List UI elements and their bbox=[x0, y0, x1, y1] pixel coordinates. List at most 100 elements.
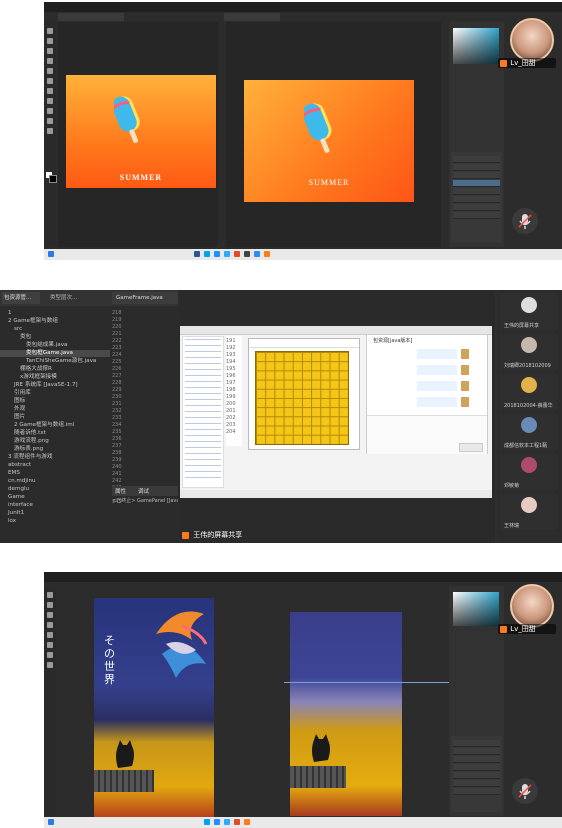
layer-row[interactable] bbox=[453, 788, 500, 795]
tree-item[interactable]: 游戏流程.png bbox=[0, 438, 110, 445]
layer-row-selected[interactable] bbox=[453, 180, 500, 187]
taskbar-app-icon[interactable] bbox=[194, 251, 200, 257]
brush-tool-icon[interactable] bbox=[47, 632, 53, 638]
taskbar-app-icon[interactable] bbox=[244, 819, 250, 825]
tree-item[interactable]: lox bbox=[0, 518, 110, 525]
crop-tool-icon[interactable] bbox=[47, 58, 53, 64]
eraser-tool-icon[interactable] bbox=[47, 642, 53, 648]
layer-row[interactable] bbox=[453, 156, 500, 163]
marquee-tool-icon[interactable] bbox=[47, 38, 53, 44]
move-tool-icon[interactable] bbox=[47, 28, 53, 34]
lasso-tool-icon[interactable] bbox=[47, 48, 53, 54]
start-icon[interactable] bbox=[48, 251, 54, 257]
taskbar-app-icon[interactable] bbox=[234, 251, 240, 257]
crop-tool-icon[interactable] bbox=[47, 622, 53, 628]
tab-type-hierarchy[interactable]: 类型层次... bbox=[48, 292, 90, 304]
eraser-tool-icon[interactable] bbox=[47, 78, 53, 84]
ps-menubar[interactable] bbox=[44, 572, 562, 582]
taskbar-app-icon[interactable] bbox=[214, 251, 220, 257]
tree-item[interactable]: 外观 bbox=[0, 406, 110, 413]
text-tool-icon[interactable] bbox=[47, 88, 53, 94]
tree-item[interactable]: interface bbox=[0, 502, 110, 509]
tree-item[interactable]: 引用库 bbox=[0, 390, 110, 397]
move-tool-icon[interactable] bbox=[47, 592, 53, 598]
tree-item[interactable]: 图标 bbox=[0, 398, 110, 405]
tree-item[interactable]: x游戏框架接模 bbox=[0, 374, 110, 381]
ps-menubar[interactable] bbox=[44, 2, 562, 12]
tree-item[interactable]: 图片 bbox=[0, 414, 110, 421]
layer-row[interactable] bbox=[453, 196, 500, 203]
start-icon[interactable] bbox=[48, 819, 54, 825]
layer-row[interactable] bbox=[453, 212, 500, 219]
layer-row[interactable] bbox=[453, 772, 500, 779]
ps-doc-tab-left[interactable] bbox=[58, 13, 124, 21]
taskbar-app-icon[interactable] bbox=[224, 251, 230, 257]
participant-card[interactable]: 成都信软本工程1甄 bbox=[500, 414, 558, 450]
color-swatch-bg-icon[interactable] bbox=[49, 175, 57, 183]
taskbar-app-icon[interactable] bbox=[224, 819, 230, 825]
layer-row[interactable] bbox=[453, 164, 500, 171]
send-button[interactable] bbox=[459, 443, 483, 452]
participant-card[interactable]: 王林瑞 bbox=[500, 494, 558, 530]
tree-item[interactable]: src bbox=[0, 326, 110, 333]
text-tool-icon[interactable] bbox=[47, 652, 53, 658]
mic-button[interactable] bbox=[512, 778, 538, 804]
tree-item[interactable]: 2 Game框架与数组 bbox=[0, 318, 110, 325]
taskbar-app-icon[interactable] bbox=[254, 251, 260, 257]
tree-item[interactable]: JRE 系统库 [JavaSE-1.7] bbox=[0, 382, 110, 389]
layer-row[interactable] bbox=[453, 756, 500, 763]
tree-item[interactable]: TanChiSheGame源包.java bbox=[0, 358, 110, 365]
taskbar-app-icon[interactable] bbox=[204, 819, 210, 825]
taskbar-app-icon[interactable] bbox=[244, 251, 250, 257]
tree-item-selected[interactable]: 类包框Game.java bbox=[0, 350, 110, 357]
poster-left[interactable]: その世界 bbox=[94, 598, 214, 820]
tree-item[interactable]: 类包结成果.java bbox=[0, 342, 110, 349]
summer-artboard-right[interactable]: SUMMER bbox=[244, 80, 414, 202]
tree-item[interactable]: 棚格大战撑R bbox=[0, 366, 110, 373]
participant-card[interactable]: 邓敏菊 bbox=[500, 454, 558, 490]
zoom-tool-icon[interactable] bbox=[47, 128, 53, 134]
tree-item[interactable]: 随者诉他.txt bbox=[0, 430, 110, 437]
tab-package-explorer[interactable]: 包资源管... bbox=[2, 292, 40, 304]
tab-debug[interactable]: 调试 bbox=[138, 487, 149, 495]
layer-row[interactable] bbox=[453, 748, 500, 755]
summer-artboard-left[interactable]: SUMMER bbox=[66, 75, 216, 188]
tree-item[interactable]: 1 bbox=[0, 310, 110, 317]
tree-item[interactable]: cn.mdjinu bbox=[0, 478, 110, 485]
game-grid[interactable] bbox=[255, 351, 349, 445]
taskbar-app-icon[interactable] bbox=[204, 251, 210, 257]
tree-item[interactable]: abstract bbox=[0, 462, 110, 469]
taskbar-app-icon[interactable] bbox=[264, 251, 270, 257]
poster-right[interactable] bbox=[284, 612, 504, 816]
ps-doc-tab-right[interactable] bbox=[224, 13, 280, 21]
tree-item[interactable]: demglu bbox=[0, 486, 110, 493]
hand-tool-icon[interactable] bbox=[47, 118, 53, 124]
brush-tool-icon[interactable] bbox=[47, 68, 53, 74]
pen-tool-icon[interactable] bbox=[47, 662, 53, 668]
tree-item[interactable]: EMS bbox=[0, 470, 110, 477]
layer-row[interactable] bbox=[453, 740, 500, 747]
tab-properties[interactable]: 属性 bbox=[115, 487, 126, 495]
pen-tool-icon[interactable] bbox=[47, 98, 53, 104]
lasso-tool-icon[interactable] bbox=[47, 612, 53, 618]
tree-item[interactable]: Game bbox=[0, 494, 110, 501]
participant-card[interactable]: 刘瑞卿2018102009 bbox=[500, 334, 558, 370]
layer-row[interactable] bbox=[453, 780, 500, 787]
marquee-tool-icon[interactable] bbox=[47, 602, 53, 608]
tree-item[interactable]: 游标表.png bbox=[0, 446, 110, 453]
layer-row[interactable] bbox=[453, 204, 500, 211]
participant-card[interactable]: 王伟的屏幕共享 bbox=[500, 294, 558, 330]
left-canvas-area[interactable]: SUMMER bbox=[58, 22, 218, 247]
tab-gameframe[interactable]: GameFrame.java bbox=[112, 292, 178, 304]
tree-item[interactable]: 类包 bbox=[0, 334, 110, 341]
participant-card[interactable]: 2018102004-薛蕾华 bbox=[500, 374, 558, 410]
taskbar-app-icon[interactable] bbox=[234, 819, 240, 825]
tree-item[interactable]: 3 流程组件与游戏 bbox=[0, 454, 110, 461]
tree-item[interactable]: 2 Game框架与数组.iml bbox=[0, 422, 110, 429]
right-canvas-area[interactable]: SUMMER bbox=[226, 22, 441, 247]
shape-tool-icon[interactable] bbox=[47, 108, 53, 114]
tree-item[interactable]: JunIt1 bbox=[0, 510, 110, 517]
layer-row[interactable] bbox=[453, 764, 500, 771]
mic-button[interactable] bbox=[512, 208, 538, 234]
taskbar-app-icon[interactable] bbox=[214, 819, 220, 825]
